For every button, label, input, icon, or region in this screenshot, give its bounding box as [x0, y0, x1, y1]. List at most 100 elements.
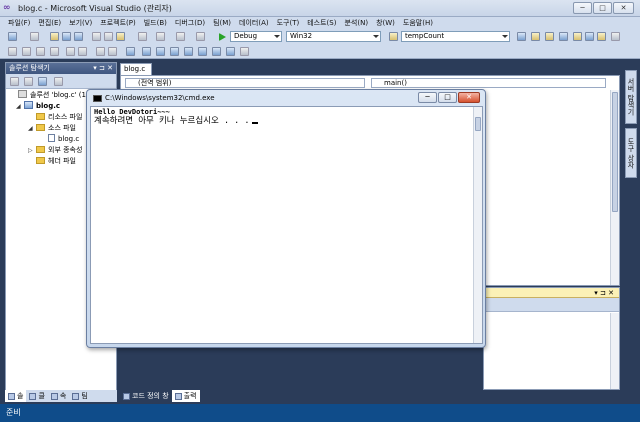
menu-edit[interactable]: 편집(E) [34, 17, 65, 29]
document-tab-blog-c[interactable]: blog.c [120, 63, 152, 75]
complete-word-icon[interactable] [50, 47, 59, 56]
properties-icon[interactable] [10, 77, 19, 86]
member-list-icon[interactable] [8, 47, 17, 56]
extension-manager-icon[interactable] [597, 32, 606, 41]
start-page-icon[interactable] [585, 32, 594, 41]
parameter-info-icon[interactable] [22, 47, 31, 56]
console-output-area[interactable]: Hello DevDotori~~~ 계속하려면 아무 키나 누르십시오 . .… [90, 106, 483, 344]
console-prompt-line: 계속하려면 아무 키나 누르십시오 . . . [94, 116, 258, 127]
find-combo[interactable]: tempCount [401, 31, 510, 42]
menu-debug[interactable]: 디버그(D) [171, 17, 209, 29]
tree-item-solution[interactable]: 솔루션 'blog.c' (1 [10, 90, 86, 101]
open-folder-icon[interactable] [50, 32, 59, 41]
menu-file[interactable]: 파일(F) [4, 17, 34, 29]
console-close-button[interactable]: ✕ [458, 92, 480, 103]
maximize-button[interactable]: □ [593, 2, 612, 14]
tab-toolbox[interactable]: 도구 상자 [625, 128, 637, 178]
configuration-select[interactable]: Debug [230, 31, 282, 42]
tab-code-definition-window[interactable]: 코드 정의 창 [120, 390, 172, 402]
editor-vertical-scrollbar[interactable] [610, 90, 619, 285]
menu-tools[interactable]: 도구(T) [273, 17, 304, 29]
menu-analyze[interactable]: 분석(N) [340, 17, 372, 29]
next-bookmark-icon[interactable] [156, 47, 165, 56]
tree-item-project[interactable]: ◢ blog.c [16, 101, 60, 112]
previous-bookmark-document-icon[interactable] [198, 47, 207, 56]
redo-icon[interactable] [156, 32, 165, 41]
increase-indent-icon[interactable] [78, 47, 87, 56]
toolbox-icon[interactable] [573, 32, 582, 41]
clear-bookmarks-icon[interactable] [226, 47, 235, 56]
more-options-icon[interactable] [611, 32, 620, 41]
menu-view[interactable]: 보기(V) [65, 17, 96, 29]
quick-info-icon[interactable] [36, 47, 45, 56]
start-debugging-icon[interactable] [219, 33, 226, 41]
next-bookmark-folder-icon[interactable] [184, 47, 193, 56]
platform-select[interactable]: Win32 [286, 31, 381, 42]
object-browser-icon[interactable] [559, 32, 568, 41]
find-icon[interactable] [389, 32, 398, 41]
menu-test[interactable]: 테스트(S) [303, 17, 340, 29]
console-scroll-thumb[interactable] [475, 117, 481, 131]
solution-explorer-icon[interactable] [531, 32, 540, 41]
tree-item-blog-c-file[interactable]: blog.c [40, 134, 79, 145]
scope-dropdown[interactable]: (전역 범위) [125, 78, 365, 88]
comment-icon[interactable] [96, 47, 105, 56]
menu-team[interactable]: 팀(M) [209, 17, 235, 29]
previous-bookmark-icon[interactable] [142, 47, 151, 56]
decrease-indent-icon[interactable] [66, 47, 75, 56]
tab-output[interactable]: 출력 [171, 390, 200, 402]
solution-icon [18, 90, 27, 98]
member-dropdown[interactable]: main() [371, 78, 606, 88]
console-vertical-scrollbar[interactable] [473, 107, 482, 343]
minimize-button[interactable]: ─ [573, 2, 592, 14]
tab-label: 솔 [17, 392, 24, 400]
panel-pin-icons[interactable]: ▾ ⊐ ✕ [93, 63, 113, 74]
view-class-diagram-icon[interactable] [54, 77, 63, 86]
save-icon[interactable] [62, 32, 71, 41]
next-bookmark-document-icon[interactable] [212, 47, 221, 56]
console-maximize-button[interactable]: □ [438, 92, 457, 103]
properties-icon[interactable] [545, 32, 554, 41]
panel-pin-icons[interactable]: ▾ ⊐ ✕ [594, 289, 614, 297]
paste-icon[interactable] [116, 32, 125, 41]
toggle-bookmark-icon[interactable] [126, 47, 135, 56]
collapse-arrow-icon[interactable]: ◢ [28, 123, 36, 134]
menu-help[interactable]: 도움말(H) [399, 17, 437, 29]
editor-scroll-thumb[interactable] [612, 92, 618, 212]
new-project-icon[interactable] [8, 32, 17, 41]
expand-arrow-icon[interactable]: ▷ [28, 145, 36, 156]
menu-window[interactable]: 창(W) [372, 17, 399, 29]
uncomment-icon[interactable] [108, 47, 117, 56]
tab-team-explorer[interactable]: 팀 [69, 390, 90, 402]
find-value: tempCount [405, 32, 445, 40]
tab-property-manager[interactable]: 속 [48, 390, 69, 402]
tab-class-view[interactable]: 클 [26, 390, 47, 402]
close-button[interactable]: ✕ [613, 2, 634, 14]
cut-icon[interactable] [92, 32, 101, 41]
save-all-icon[interactable] [74, 32, 83, 41]
tree-item-source-files[interactable]: ◢ 소스 파일 [28, 123, 76, 134]
output-panel-header: ▾ ⊐ ✕ [484, 288, 619, 298]
undo-icon[interactable] [138, 32, 147, 41]
menu-project[interactable]: 프로젝트(P) [96, 17, 139, 29]
find-in-files-icon[interactable] [517, 32, 526, 41]
menu-build[interactable]: 빌드(B) [140, 17, 171, 29]
refresh-icon[interactable] [38, 77, 47, 86]
copy-icon[interactable] [104, 32, 113, 41]
add-item-icon[interactable] [30, 32, 39, 41]
toolbar-options-icon[interactable] [240, 47, 249, 56]
menu-data[interactable]: 데이터(A) [235, 17, 273, 29]
console-window[interactable]: C:\Windows\system32\cmd.exe ─ □ ✕ Hello … [86, 89, 486, 348]
tree-item-resource-files[interactable]: 리소스 파일 [28, 112, 82, 123]
collapse-arrow-icon[interactable]: ◢ [16, 101, 24, 112]
show-all-files-icon[interactable] [24, 77, 33, 86]
navigate-forward-icon[interactable] [196, 32, 205, 41]
tree-item-external-dependencies[interactable]: ▷ 외부 종속성 [28, 145, 82, 156]
tab-solution-explorer[interactable]: 솔 [5, 390, 27, 402]
previous-bookmark-folder-icon[interactable] [170, 47, 179, 56]
console-minimize-button[interactable]: ─ [418, 92, 437, 103]
navigate-backward-icon[interactable] [176, 32, 185, 41]
output-vertical-scrollbar[interactable] [610, 313, 619, 389]
tree-item-header-files[interactable]: 헤더 파일 [28, 156, 76, 167]
tab-server-explorer[interactable]: 서버 탐색기 [625, 70, 637, 124]
